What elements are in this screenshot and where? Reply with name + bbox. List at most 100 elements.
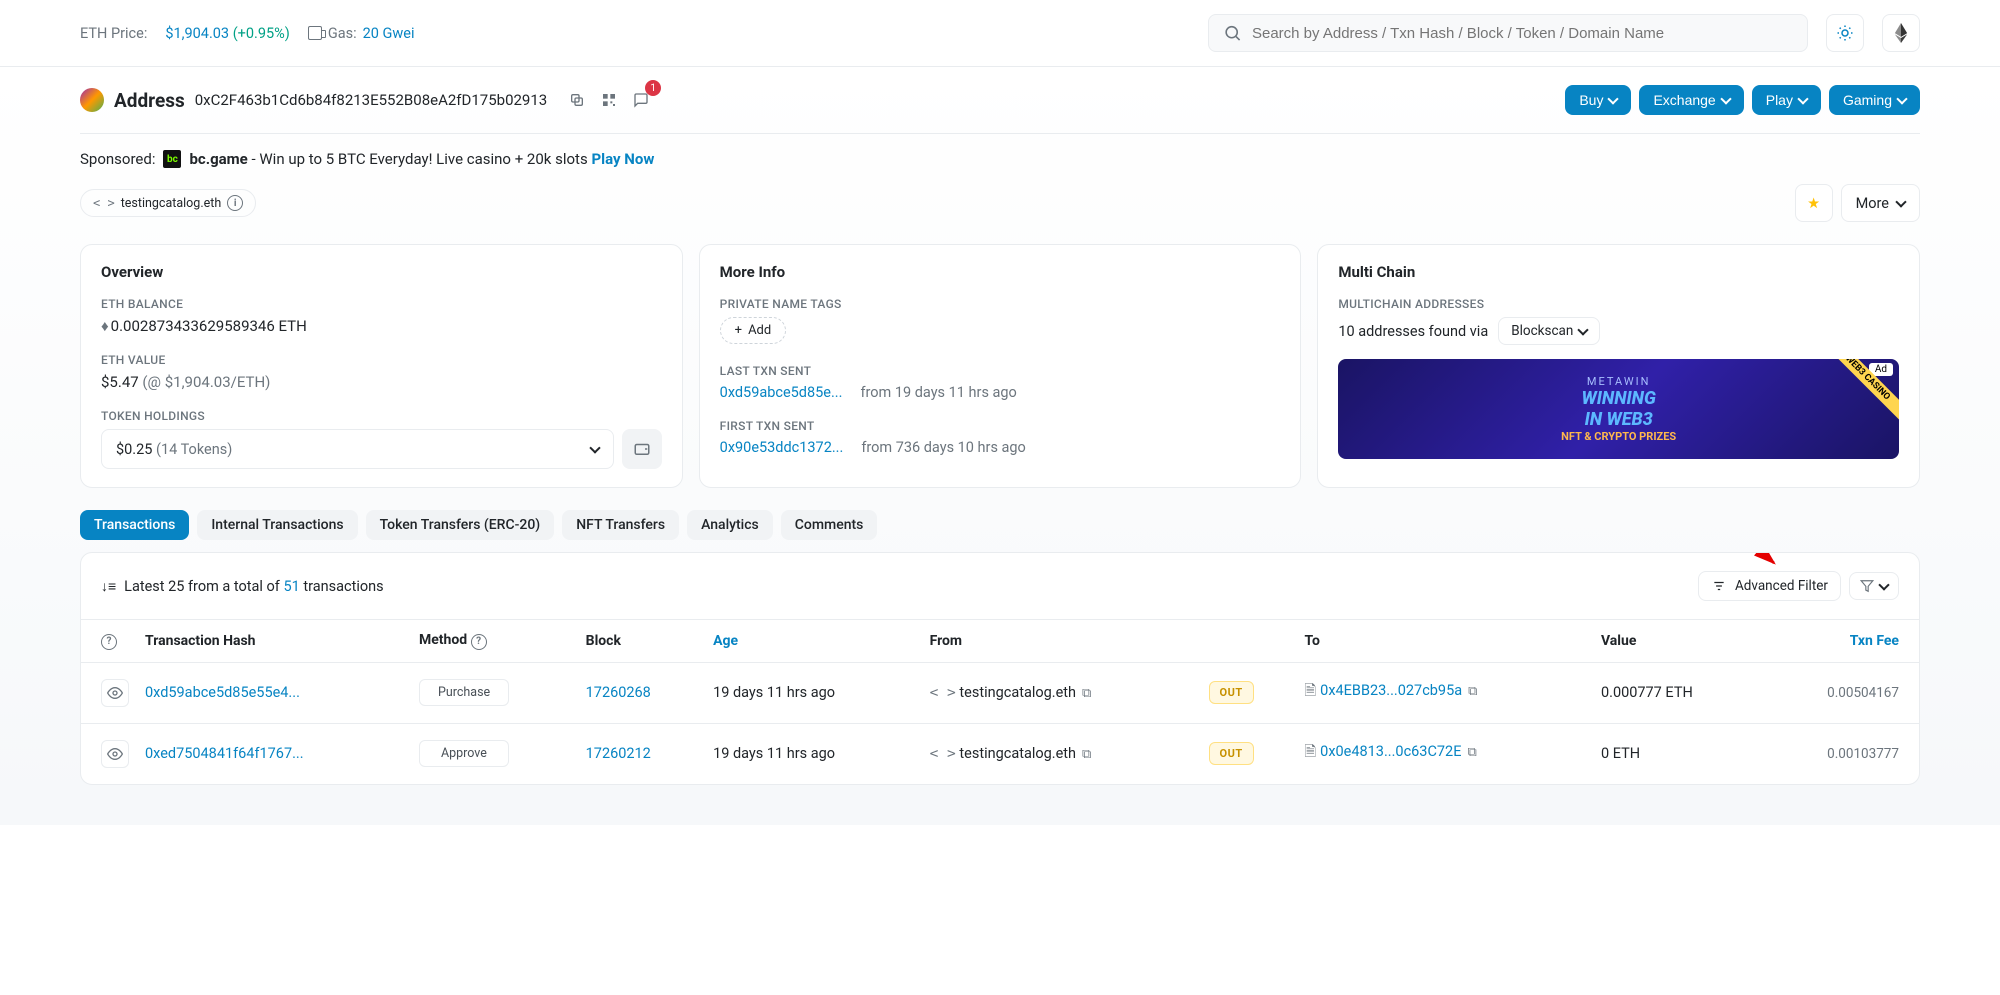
eth-balance: 0.002873433629589346 ETH [111,317,307,335]
buy-button[interactable]: Buy [1565,85,1631,115]
blockscan-dropdown[interactable]: Blockscan [1498,317,1600,345]
txn-hash-link[interactable]: 0xed7504841f64f1767... [145,745,304,762]
copy-icon[interactable]: ⧉ [1082,686,1091,701]
col-method: Method [419,632,467,648]
eth-value: $5.47 [101,373,139,391]
tab-internal[interactable]: Internal Transactions [197,510,357,540]
tab-analytics[interactable]: Analytics [687,510,773,540]
chevron-down-icon [1896,93,1907,104]
col-to: To [1297,620,1593,663]
filter-dropdown-button[interactable] [1849,572,1899,600]
txn-fee: 0.00504167 [1762,662,1919,723]
col-from: From [922,620,1201,663]
help-icon[interactable]: ? [101,634,117,650]
bcgame-logo: bc [163,150,181,168]
chevron-down-icon [1895,196,1906,207]
token-dropdown[interactable]: $0.25 (14 Tokens) [101,429,614,469]
tab-nft-transfers[interactable]: NFT Transfers [562,510,679,540]
col-hash: Transaction Hash [137,620,411,663]
table-row: 0xd59abce5d85e55e4... Purchase 17260268 … [81,662,1919,723]
address-header: Address 0xC2F463b1Cd6b84f8213E552B08eA2f… [80,85,1920,134]
gas-value[interactable]: 20 Gwei [363,25,415,42]
gaming-button[interactable]: Gaming [1829,85,1920,115]
search-bar[interactable] [1208,14,1808,52]
first-txn-label: FIRST TXN SENT [720,419,1281,433]
contract-icon: 🗎 [1305,743,1317,760]
txn-value: 0.000777 ETH [1593,662,1762,723]
add-tag-button[interactable]: +Add [720,317,787,344]
copy-icon[interactable]: ⧉ [1467,745,1476,760]
method-pill: Purchase [419,679,509,706]
play-button[interactable]: Play [1752,85,1821,115]
copy-icon[interactable]: ⧉ [1082,747,1091,762]
comment-button[interactable]: 1 [629,88,653,112]
ethereum-icon [1894,23,1908,43]
moreinfo-title: More Info [720,263,1281,281]
code-icon: < > [93,196,115,210]
token-holdings-label: TOKEN HOLDINGS [101,409,662,423]
advanced-filter-button[interactable]: Advanced Filter [1698,571,1841,601]
eth-balance-label: ETH BALANCE [101,297,662,311]
qr-button[interactable] [597,88,621,112]
last-txn-age: from 19 days 11 hrs ago [860,384,1016,401]
block-link[interactable]: 17260212 [586,745,651,762]
copy-address-button[interactable] [565,88,589,112]
first-txn-hash[interactable]: 0x90e53ddc1372... [720,439,844,456]
comment-icon [633,92,649,108]
eth-network-button[interactable] [1882,14,1920,52]
sponsor-name: bc.game [189,150,247,168]
overview-card: Overview ETH BALANCE ♦0.0028734336295893… [80,244,683,488]
txn-age: 19 days 11 hrs ago [705,723,922,784]
sponsored-label: Sponsored: [80,150,155,168]
search-icon [1223,23,1242,43]
col-fee[interactable]: Txn Fee [1850,633,1899,649]
to-address-link[interactable]: 0x0e4813...0c63C72E [1320,743,1461,760]
ens-tag[interactable]: < > testingcatalog.eth i [80,189,256,217]
txn-fee: 0.00103777 [1762,723,1919,784]
ad-brand: METAWIN [1587,375,1651,388]
favorite-button[interactable]: ★ [1795,184,1833,222]
txn-age: 19 days 11 hrs ago [705,662,922,723]
col-block: Block [578,620,705,663]
eth-price[interactable]: $1,904.03 [165,25,229,42]
ad-banner[interactable]: Ad WEB3 CASINO METAWIN WINNING IN WEB3 N… [1338,359,1899,459]
page-title: Address [114,89,185,112]
gas-icon [308,26,322,40]
tab-comments[interactable]: Comments [781,510,878,540]
copy-icon[interactable]: ⧉ [1468,684,1477,699]
tab-transactions[interactable]: Transactions [80,510,189,540]
chevron-down-icon [1608,93,1619,104]
direction-badge: OUT [1209,681,1254,704]
sort-icon[interactable]: ↓≡ [101,578,116,595]
sponsor-cta[interactable]: Play Now [591,150,654,168]
chevron-down-icon [1578,324,1589,335]
topbar: ETH Price: $1,904.03 (+0.95%) Gas: 20 Gw… [0,0,2000,67]
col-value: Value [1593,620,1762,663]
txn-hash-link[interactable]: 0xd59abce5d85e55e4... [145,684,300,701]
col-age[interactable]: Age [713,633,738,649]
moreinfo-card: More Info PRIVATE NAME TAGS +Add LAST TX… [699,244,1302,488]
multichain-label: MULTICHAIN ADDRESSES [1338,297,1899,311]
wallet-button[interactable] [622,429,662,469]
last-txn-label: LAST TXN SENT [720,364,1281,378]
view-details-button[interactable] [101,679,129,707]
direction-badge: OUT [1209,742,1254,765]
more-button[interactable]: More [1841,184,1920,222]
eye-icon [107,746,123,762]
block-link[interactable]: 17260268 [586,684,651,701]
search-input[interactable] [1252,25,1793,42]
sponsor-text: - Win up to 5 BTC Everyday! Live casino … [252,150,588,168]
to-address-link[interactable]: 0x4EBB23...027cb95a [1320,682,1462,699]
theme-toggle[interactable] [1826,14,1864,52]
gas-label: Gas: [328,25,357,42]
view-details-button[interactable] [101,740,129,768]
chevron-down-icon [589,442,600,453]
exchange-button[interactable]: Exchange [1639,85,1743,115]
help-icon[interactable]: ? [471,634,487,650]
tab-token-transfers[interactable]: Token Transfers (ERC-20) [366,510,555,540]
sponsored-row: Sponsored: bc bc.game - Win up to 5 BTC … [80,134,1920,184]
tags-row: < > testingcatalog.eth i ★ More [80,184,1920,244]
chevron-down-icon [1797,93,1808,104]
eth-value-sub: (@ $1,904.03/ETH) [142,373,270,391]
last-txn-hash[interactable]: 0xd59abce5d85e... [720,384,843,401]
